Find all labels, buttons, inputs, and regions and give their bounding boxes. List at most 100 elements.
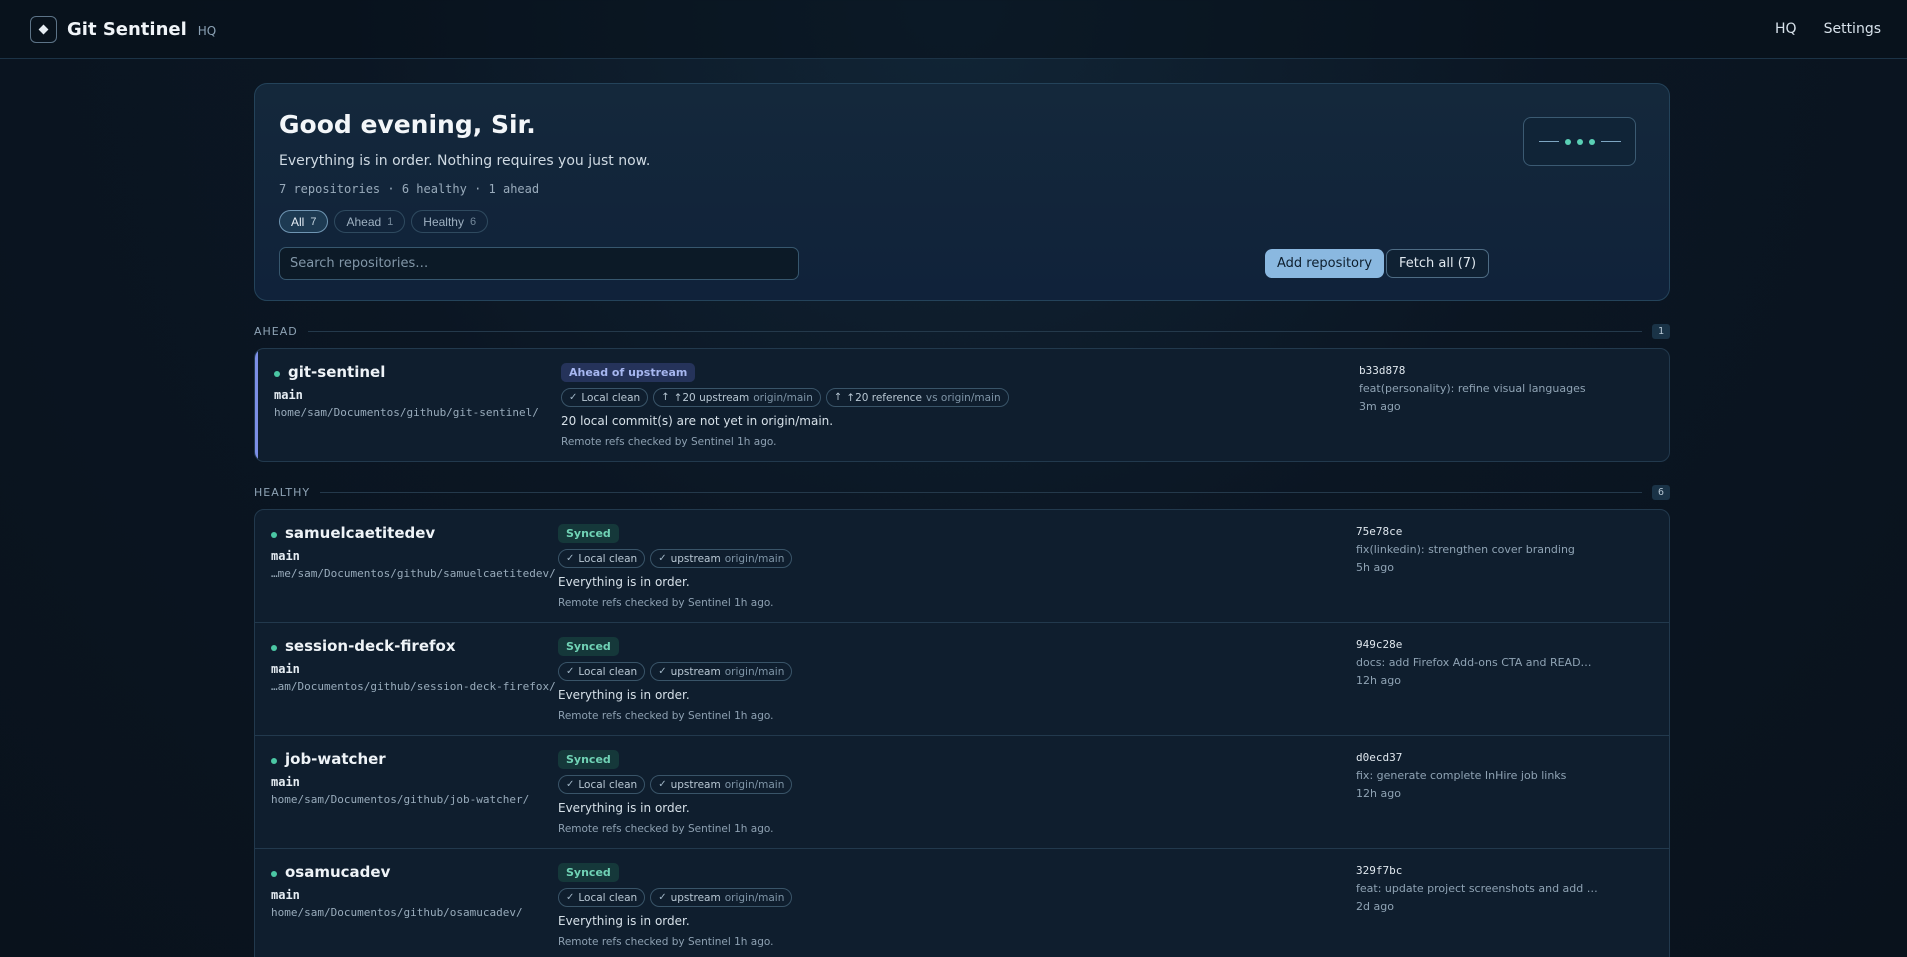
repo-path: home/sam/Documentos/github/osamucadev/ [271,906,523,919]
hero-panel: Good evening, Sir. Everything is in orde… [254,83,1670,301]
greeting-heading: Good evening, Sir. [279,110,536,139]
repo-name-row: samuelcaetitedev [271,524,435,542]
status-pill: ✓ upstream origin/main [650,775,793,794]
section-count: 6 [1651,484,1670,500]
last-commit: 949c28e docs: add Firefox Add-ons CTA an… [1356,638,1592,687]
status-pill: ✓ Local clean [558,549,646,568]
repo-name-row: job-watcher [271,750,386,768]
status-pill: ✓ upstream origin/main [650,549,793,568]
pill-text: upstream [670,665,721,678]
fetch-all-button[interactable]: Fetch all (7) [1386,249,1490,278]
repo-name: osamucadev [285,863,391,881]
status-pill: ↑ ↑20 reference vs origin/main [825,388,1009,407]
commit-age: 12h ago [1356,674,1401,687]
chip-count: 6 [469,215,477,228]
status-pill: ↑ ↑20 upstream origin/main [653,388,821,407]
nav-settings-link[interactable]: Settings [1824,21,1881,37]
status-badge: Synced [558,750,619,769]
status-pill: ✓ Local clean [558,888,646,907]
chip-count: 1 [387,215,394,228]
chip-label: Ahead [346,214,382,229]
search-input[interactable] [279,247,799,280]
repo-card[interactable]: git-sentinel main home/sam/Documentos/gi… [255,349,1669,461]
status-pills: ✓ Local clean ↑ ↑20 upstream origin/main ↑ ↑… [561,388,1009,407]
repo-path: …am/Documentos/github/session-deck-firef… [271,680,556,693]
add-repository-button[interactable]: Add repository [1265,249,1385,278]
checked-timestamp: Remote refs checked by Sentinel 1h ago. [558,823,774,835]
commit-sha: d0ecd37 [1356,751,1403,764]
check-icon: ✓ [658,666,667,677]
repo-name: session-deck-firefox [285,637,456,655]
last-commit: d0ecd37 fix: generate complete InHire jo… [1356,751,1566,800]
repo-name-row: session-deck-firefox [271,637,456,655]
brand[interactable]: Git Sentinel HQ [30,15,217,43]
repo-card[interactable]: osamucadev main home/sam/Documentos/gith… [255,849,1669,957]
repo-card[interactable]: session-deck-firefox main …am/Documentos… [255,623,1669,736]
repo-card[interactable]: samuelcaetitedev main …me/sam/Documentos… [255,510,1669,623]
top-nav: HQ Settings [1775,21,1881,37]
app-subtitle: HQ [197,24,217,38]
commit-age: 5h ago [1356,561,1394,574]
commit-message: fix: generate complete InHire job links [1356,769,1567,782]
top-bar: Git Sentinel HQ HQ Settings [0,0,1907,59]
checked-timestamp: Remote refs checked by Sentinel 1h ago. [561,436,777,448]
pill-text: upstream [670,778,721,791]
section-count: 1 [1651,323,1670,339]
repo-status: Synced ✓ Local clean ✓ upstream origin/main… [558,861,793,948]
check-icon: ✓ [569,392,578,403]
pill-ref: origin/main [724,778,785,791]
status-note: Everything is in order. [558,688,690,702]
commit-message: feat(personality): refine visual languag… [1359,382,1586,395]
status-note: Everything is in order. [558,914,690,928]
pill-text: ↑20 reference [846,391,922,404]
section-header-healthy: HEALTHY 6 [254,483,1670,501]
status-message: Everything is in order. Nothing requires… [279,153,651,169]
arrow-up-icon: ↑ [833,392,843,403]
healthy-repo-list: samuelcaetitedev main …me/sam/Documentos… [254,509,1670,957]
pill-text: Local clean [578,552,638,565]
repo-branch: main [274,388,303,402]
repo-status: Synced ✓ Local clean ✓ upstream origin/main… [558,635,793,722]
checked-timestamp: Remote refs checked by Sentinel 1h ago. [558,710,774,722]
status-dot-icon [271,532,277,538]
repo-card[interactable]: job-watcher main home/sam/Documentos/git… [255,736,1669,849]
check-icon: ✓ [658,779,667,790]
check-icon: ✓ [566,779,575,790]
repo-branch: main [271,888,300,902]
section-header-ahead: AHEAD 1 [254,322,1670,340]
repo-branch: main [271,662,300,676]
nav-hq-link[interactable]: HQ [1775,21,1797,37]
status-dot-icon [274,371,280,377]
pill-ref: vs origin/main [925,391,1001,404]
repo-name-row: git-sentinel [274,363,385,381]
ahead-repo-list: git-sentinel main home/sam/Documentos/gi… [254,348,1670,462]
pill-text: upstream [670,552,721,565]
pill-text: upstream [670,891,721,904]
status-pills: ✓ Local clean ✓ upstream origin/main [558,888,793,907]
status-note: Everything is in order. [558,801,690,815]
repo-status: Synced ✓ Local clean ✓ upstream origin/main… [558,522,793,609]
commit-sha: 329f7bc [1356,864,1403,877]
status-badge: Synced [558,524,619,543]
chip-count: 7 [310,215,317,228]
filter-healthy-chip[interactable]: Healthy 6 [411,210,489,233]
commit-message: docs: add Firefox Add-ons CTA and READ… [1356,656,1592,669]
check-icon: ✓ [566,553,575,564]
status-dot-icon [271,645,277,651]
section-label: HEALTHY [254,485,311,499]
check-icon: ✓ [566,666,575,677]
repo-status: Ahead of upstream ✓ Local clean ↑ ↑20 upst… [561,361,1009,448]
check-icon: ✓ [658,553,667,564]
filter-ahead-chip[interactable]: Ahead 1 [334,210,406,233]
chip-label: All [291,214,305,229]
pill-text: Local clean [578,665,638,678]
commit-age: 12h ago [1356,787,1401,800]
filter-all-chip[interactable]: All 7 [279,210,329,233]
last-commit: b33d878 feat(personality): refine visual… [1359,364,1586,413]
pill-ref: origin/main [753,391,813,404]
status-pill: ✓ Local clean [558,662,646,681]
repo-path: home/sam/Documentos/github/git-sentinel/ [274,406,539,419]
check-icon: ✓ [658,892,667,903]
status-badge: Synced [558,863,619,882]
repo-name: job-watcher [285,750,386,768]
